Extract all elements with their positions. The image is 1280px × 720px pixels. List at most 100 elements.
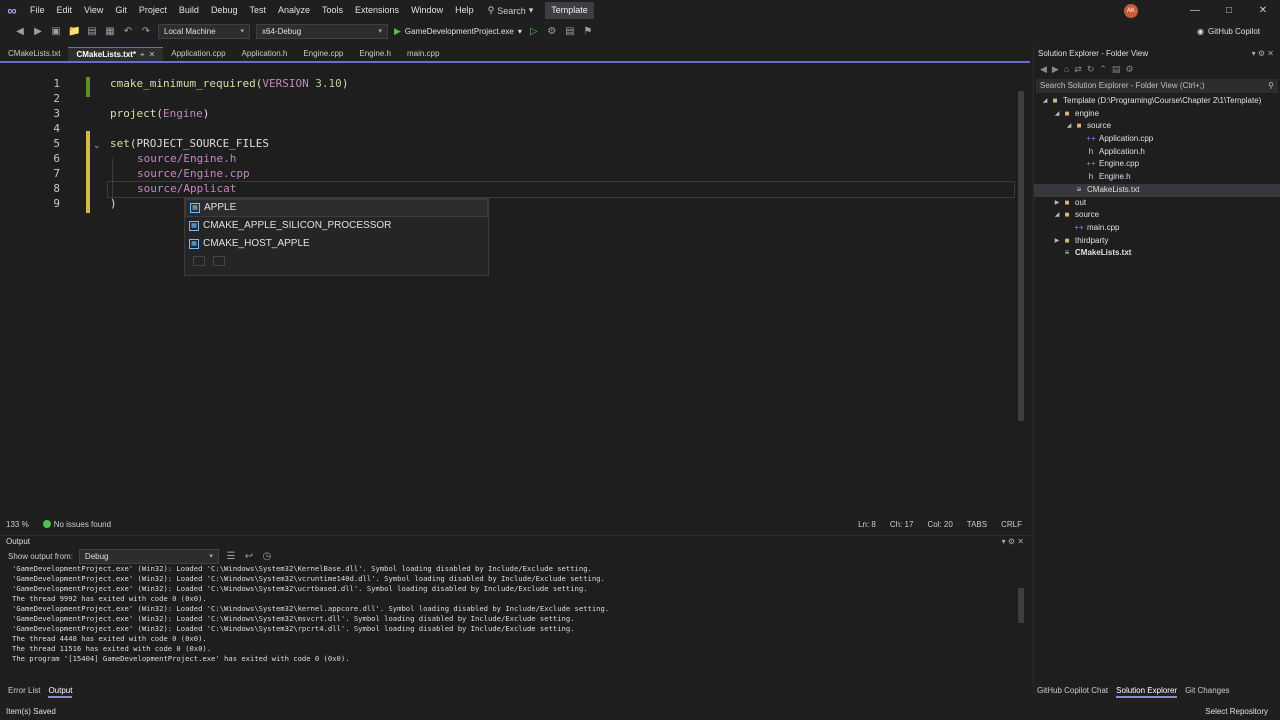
menu-item-edit[interactable]: Edit xyxy=(51,0,79,21)
open-folder-icon[interactable]: 📁 xyxy=(68,26,80,37)
output-scrollbar[interactable] xyxy=(1017,568,1025,673)
back-icon[interactable]: ◀ xyxy=(1040,64,1047,75)
tab-application-cpp[interactable]: Application.cpp xyxy=(163,47,233,61)
char-indicator[interactable]: Ch: 17 xyxy=(890,520,914,529)
collapse-icon[interactable]: ⌃ xyxy=(1099,64,1107,75)
home-icon[interactable]: ⌂ xyxy=(1064,64,1069,74)
target-dropdown[interactable]: Local Machine ▾ xyxy=(158,23,250,39)
clock-icon[interactable]: ◷ xyxy=(261,551,273,562)
zoom-level[interactable]: 133 % xyxy=(6,520,29,529)
run-without-debug-icon[interactable]: ▷ xyxy=(528,26,540,37)
tab-engine-cpp[interactable]: Engine.cpp xyxy=(295,47,351,61)
tree-item[interactable]: ◢ ■ source xyxy=(1034,120,1280,133)
refresh-icon[interactable]: ↻ xyxy=(1087,64,1095,75)
tab-main-cpp[interactable]: main.cpp xyxy=(399,47,447,61)
collapsed-arrow-icon[interactable]: ▶ xyxy=(1052,235,1062,248)
tree-item[interactable]: ◢ ■ source xyxy=(1034,209,1280,222)
tab-error-list[interactable]: Error List xyxy=(8,686,40,698)
solution-explorer-search[interactable]: Search Solution Explorer - Folder View (… xyxy=(1036,79,1278,93)
autocomplete-item[interactable]: ▦ CMAKE_APPLE_SILICON_PROCESSOR xyxy=(185,217,488,235)
tab-cmakelists-txt[interactable]: CMakeLists.txt xyxy=(0,47,68,61)
code-editor[interactable]: ⌄ 1 2 3 4 5 6 7 8 9 cmake_minimum_required(VERSI… xyxy=(0,63,1030,518)
menu-item-project[interactable]: Project xyxy=(133,0,173,21)
redo-icon[interactable]: ↷ xyxy=(140,26,152,37)
col-indicator[interactable]: Col: 20 xyxy=(927,520,952,529)
menu-item-git[interactable]: Git xyxy=(109,0,133,21)
visual-studio-logo-icon[interactable]: ∞ xyxy=(0,0,24,21)
new-item-icon[interactable]: ▣ xyxy=(50,26,62,37)
menu-item-view[interactable]: View xyxy=(78,0,109,21)
back-icon[interactable]: ◀ xyxy=(14,26,26,37)
pane-controls[interactable]: ▾ ⚙ ✕ xyxy=(1252,47,1280,61)
expanded-arrow-icon[interactable]: ◢ xyxy=(1052,108,1062,121)
close-icon[interactable]: ✕ xyxy=(1246,5,1280,16)
maximize-icon[interactable]: □ xyxy=(1212,5,1246,16)
tab-application-h[interactable]: Application.h xyxy=(234,47,296,61)
select-repository-button[interactable]: Select Repository xyxy=(1205,707,1268,716)
tree-item[interactable]: ++ Engine.cpp xyxy=(1034,158,1280,171)
menu-item-file[interactable]: File xyxy=(24,0,51,21)
filter-icon[interactable] xyxy=(213,256,225,266)
show-all-icon[interactable]: ▤ xyxy=(1112,64,1121,75)
menu-item-tools[interactable]: Tools xyxy=(316,0,349,21)
tree-item[interactable]: ▶ ■ out xyxy=(1034,197,1280,210)
settings-icon[interactable]: ⚙ xyxy=(1125,64,1133,75)
close-icon[interactable]: ✕ xyxy=(149,48,156,62)
tree-item[interactable]: ◢ ■ Template (D:\Programing\Course\Chapter… xyxy=(1034,95,1280,108)
expanded-arrow-icon[interactable]: ◢ xyxy=(1064,120,1074,133)
tree-item[interactable]: ++ main.cpp xyxy=(1034,222,1280,235)
menu-item-test[interactable]: Test xyxy=(243,0,272,21)
menu-item-help[interactable]: Help xyxy=(449,0,480,21)
undo-icon[interactable]: ↶ xyxy=(122,26,134,37)
clear-all-icon[interactable]: ☰ xyxy=(225,551,237,562)
switch-view-icon[interactable]: ⇄ xyxy=(1074,64,1082,75)
minimize-icon[interactable]: — xyxy=(1178,5,1212,16)
expanded-arrow-icon[interactable]: ◢ xyxy=(1052,209,1062,222)
output-text[interactable]: 'GameDevelopmentProject.exe' (Win32): Lo… xyxy=(0,564,1030,664)
tree-item[interactable]: ≡ CMakeLists.txt xyxy=(1034,183,1280,197)
tab-solution-explorer[interactable]: Solution Explorer xyxy=(1116,686,1178,698)
collapsed-arrow-icon[interactable]: ▶ xyxy=(1052,197,1062,210)
menu-item-build[interactable]: Build xyxy=(173,0,205,21)
autocomplete-item[interactable]: ▦ CMAKE_HOST_APPLE xyxy=(185,235,488,253)
tab-output[interactable]: Output xyxy=(48,686,73,698)
tree-item[interactable]: ++ Application.cpp xyxy=(1034,133,1280,146)
line-indicator[interactable]: Ln: 8 xyxy=(858,520,876,529)
layout-icon[interactable]: ▤ xyxy=(564,26,576,37)
tab-git-changes[interactable]: Git Changes xyxy=(1185,686,1229,698)
fold-chevron-icon[interactable]: ⌄ xyxy=(93,140,101,151)
forward-icon[interactable]: ▶ xyxy=(32,26,44,37)
filter-icon[interactable] xyxy=(193,256,205,266)
autocomplete-item[interactable]: ▦ APPLE xyxy=(185,199,488,217)
tree-item[interactable]: ▶ ■ thirdparty xyxy=(1034,235,1280,248)
run-button[interactable]: ▶ GameDevelopmentProject.exe ▾ xyxy=(394,26,522,37)
output-source-dropdown[interactable]: Debug ▾ xyxy=(78,548,219,564)
tab-engine-h[interactable]: Engine.h xyxy=(351,47,399,61)
tabs-indicator[interactable]: TABS xyxy=(967,520,987,529)
tree-item[interactable]: h Engine.h xyxy=(1034,171,1280,184)
tab-cmakelists-txt-[interactable]: CMakeLists.txt* ⌖ ✕ xyxy=(68,47,164,62)
tree-item[interactable]: h Application.h xyxy=(1034,146,1280,159)
toolbar-tool-icon[interactable]: ⚙ xyxy=(546,26,558,37)
scrollbar-thumb[interactable] xyxy=(1018,91,1024,421)
pin-icon[interactable]: ⌖ xyxy=(140,48,145,62)
word-wrap-icon[interactable]: ↩ xyxy=(243,551,255,562)
menu-item-window[interactable]: Window xyxy=(405,0,449,21)
search-button[interactable]: ⚲ Search ▾ xyxy=(480,5,542,16)
editor-scrollbar[interactable] xyxy=(1016,81,1026,514)
config-dropdown[interactable]: x64-Debug ▾ xyxy=(256,23,388,39)
menu-item-extensions[interactable]: Extensions xyxy=(349,0,405,21)
forward-icon[interactable]: ▶ xyxy=(1052,64,1059,75)
avatar[interactable]: AK xyxy=(1124,3,1138,18)
github-copilot-button[interactable]: ◉ GitHub Copilot xyxy=(1197,27,1260,36)
expanded-arrow-icon[interactable]: ◢ xyxy=(1040,95,1050,108)
save-icon[interactable]: ▤ xyxy=(86,26,98,37)
tab-github-copilot-chat[interactable]: GitHub Copilot Chat xyxy=(1037,686,1108,698)
tree-item[interactable]: ◢ ■ engine xyxy=(1034,108,1280,121)
save-all-icon[interactable]: ▦ xyxy=(104,26,116,37)
eol-indicator[interactable]: CRLF xyxy=(1001,520,1022,529)
solution-name-badge[interactable]: Template xyxy=(545,2,594,19)
issues-indicator[interactable]: No issues found xyxy=(42,520,111,529)
scrollbar-thumb[interactable] xyxy=(1018,588,1024,623)
tree-item[interactable]: ≡ CMakeLists.txt xyxy=(1034,247,1280,260)
